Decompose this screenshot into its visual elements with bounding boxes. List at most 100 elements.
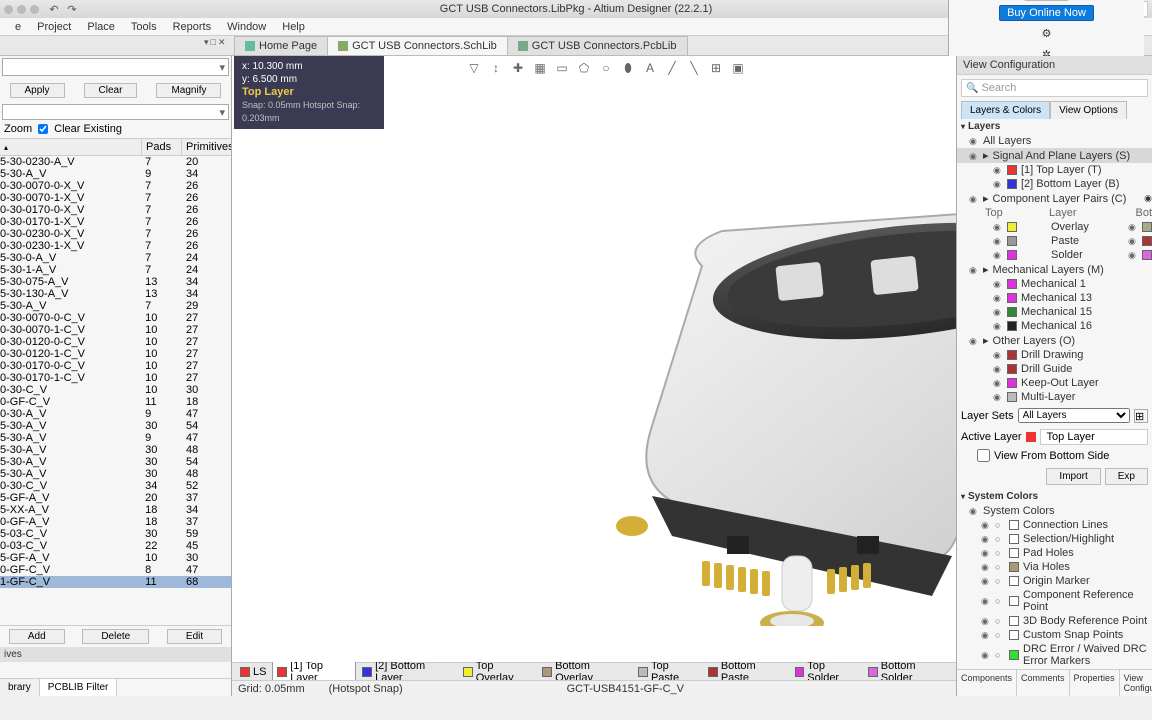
table-row[interactable]: 5-30-1-A_V724 [0, 264, 231, 276]
layer-tabs[interactable]: LS[1] Top Layer[2] Bottom LayerTop Overl… [232, 662, 956, 680]
tab-layers-colors[interactable]: Layers & Colors [961, 101, 1050, 119]
tab-components[interactable]: Components [957, 670, 1017, 696]
eye-icon[interactable]: ◉ [969, 336, 979, 346]
poly-icon[interactable]: ⬠ [576, 60, 592, 76]
table-row[interactable]: 0-GF-C_V1118 [0, 396, 231, 408]
table-row[interactable]: 5-30-A_V729 [0, 300, 231, 312]
tab-comments[interactable]: Comments [1017, 670, 1070, 696]
eye-icon[interactable]: ◉ [981, 650, 991, 660]
line-icon[interactable]: ╱ [664, 60, 680, 76]
col-pads[interactable]: Pads [142, 139, 182, 155]
cross-icon[interactable]: ✚ [510, 60, 526, 76]
eye-icon[interactable]: ◉ [993, 350, 1003, 360]
table-row[interactable]: 5-30-A_V3048 [0, 468, 231, 480]
eye2-icon[interactable]: ○ [995, 576, 1005, 586]
eye-icon[interactable]: ◉ [993, 165, 1003, 175]
table-row[interactable]: 0-30-0230-0-X_V726 [0, 228, 231, 240]
section-system-colors[interactable]: System Colors [957, 489, 1152, 504]
layer-sets-config-icon[interactable]: ⊞ [1134, 409, 1148, 423]
syscolor-row[interactable]: ◉○Origin Marker [957, 574, 1152, 588]
pad-icon[interactable]: ⬮ [620, 60, 636, 76]
table-row[interactable]: 5-30-A_V934 [0, 168, 231, 180]
table-row[interactable]: 0-GF-C_V847 [0, 564, 231, 576]
eye2-icon[interactable]: ○ [995, 520, 1005, 530]
eye2-icon[interactable]: ○ [995, 534, 1005, 544]
table-row[interactable]: 0-30-0070-0-X_V726 [0, 180, 231, 192]
table-row[interactable]: 1-GF-C_V1168 [0, 576, 231, 588]
share-button[interactable]: Share [1024, 0, 1069, 1]
table-row[interactable]: 5-30-A_V947 [0, 432, 231, 444]
menu-reports[interactable]: Reports [166, 19, 219, 35]
table-row[interactable]: 5-30-A_V3048 [0, 444, 231, 456]
table-row[interactable]: 0-30-0070-1-C_V1027 [0, 324, 231, 336]
string-icon[interactable]: A [642, 60, 658, 76]
eye-icon[interactable]: ◉ [993, 279, 1003, 289]
syscolor-row[interactable]: ◉○Pad Holes [957, 546, 1152, 560]
layer-tab[interactable]: LS [236, 666, 270, 678]
close-panel-icon[interactable]: ✕ [218, 37, 226, 48]
table-row[interactable]: 5-XX-A_V1834 [0, 504, 231, 516]
import-button[interactable]: Import [1046, 468, 1100, 485]
menu-project[interactable]: Project [30, 19, 78, 35]
eye-icon[interactable]: ◉ [981, 596, 991, 606]
syscolor-row[interactable]: ◉○Via Holes [957, 560, 1152, 574]
section-layers[interactable]: Layers [957, 119, 1152, 134]
footprint-list[interactable]: 5-30-0230-A_V7205-30-A_V9340-30-0070-0-X… [0, 156, 231, 625]
syscolor-row[interactable]: ◉○Connection Lines [957, 518, 1152, 532]
table-row[interactable]: 5-30-075-A_V1334 [0, 276, 231, 288]
tab-library[interactable]: brary [0, 679, 40, 696]
table-row[interactable]: 0-30-0170-0-X_V726 [0, 204, 231, 216]
dock-icon[interactable]: □ [211, 37, 216, 48]
edit-button[interactable]: Edit [167, 629, 222, 644]
table-row[interactable]: 0-30-0170-0-C_V1027 [0, 360, 231, 372]
menu-file[interactable]: e [8, 19, 28, 35]
eye-icon[interactable]: ◉ [993, 179, 1003, 189]
tab-pcblib[interactable]: GCT USB Connectors.PcbLib [507, 36, 688, 55]
active-layer-value[interactable]: Top Layer [1040, 429, 1148, 445]
table-row[interactable]: 5-30-0-A_V724 [0, 252, 231, 264]
apply-button[interactable]: Apply [10, 83, 65, 98]
syscolor-row[interactable]: ◉System Colors [957, 504, 1152, 518]
table-row[interactable]: 0-30-0120-0-C_V1027 [0, 336, 231, 348]
syscolor-row[interactable]: ◉○Selection/Highlight [957, 532, 1152, 546]
table-row[interactable]: 0-03-C_V2245 [0, 540, 231, 552]
tab-view-options[interactable]: View Options [1050, 101, 1127, 119]
table-row[interactable]: 5-30-A_V3054 [0, 420, 231, 432]
export-button[interactable]: Exp [1105, 468, 1148, 485]
table-row[interactable]: 0-30-0070-0-C_V1027 [0, 312, 231, 324]
mask-combo[interactable] [2, 58, 229, 76]
col-primitives[interactable]: Primitives [182, 139, 226, 155]
table-row[interactable]: 0-30-0120-1-C_V1027 [0, 348, 231, 360]
eye2-icon[interactable]: ○ [995, 562, 1005, 572]
menu-help[interactable]: Help [275, 19, 312, 35]
table-row[interactable]: 5-30-A_V3054 [0, 456, 231, 468]
view-from-bottom-check[interactable] [977, 449, 990, 462]
table-row[interactable]: 5-03-C_V3059 [0, 528, 231, 540]
table-row[interactable]: 0-30-C_V1030 [0, 384, 231, 396]
tab-properties[interactable]: Properties [1070, 670, 1120, 696]
delete-button[interactable]: Delete [82, 629, 149, 644]
menu-place[interactable]: Place [80, 19, 122, 35]
table-row[interactable]: 0-30-0170-1-X_V726 [0, 216, 231, 228]
clear-existing-check[interactable] [38, 124, 48, 134]
buy-online-button[interactable]: Buy Online Now [999, 5, 1094, 21]
nav-fwd-icon[interactable]: ↷ [65, 2, 79, 16]
menu-window[interactable]: Window [220, 19, 273, 35]
table-row[interactable]: 0-30-C_V3452 [0, 480, 231, 492]
eye-icon[interactable]: ◉ [981, 576, 991, 586]
syscolor-row[interactable]: ◉○Component Reference Point [957, 588, 1152, 614]
eye-icon[interactable]: ◉ [981, 616, 991, 626]
table-row[interactable]: 5-GF-A_V1030 [0, 552, 231, 564]
syscolor-row[interactable]: ◉○DRC Error / Waived DRC Error Markers [957, 642, 1152, 668]
table-row[interactable]: 5-GF-A_V2037 [0, 492, 231, 504]
pcb-3d-viewport[interactable] [232, 56, 956, 662]
table-row[interactable]: 0-30-0070-1-X_V726 [0, 192, 231, 204]
eye-icon[interactable]: ◉ [993, 392, 1003, 402]
eye2-icon[interactable]: ○ [995, 630, 1005, 640]
line2-icon[interactable]: ╲ [686, 60, 702, 76]
magnify-button[interactable]: Magnify [156, 83, 221, 98]
eye-icon[interactable]: ◉ [993, 307, 1003, 317]
rect-icon[interactable]: ▭ [554, 60, 570, 76]
gear-icon[interactable]: ⚙ [1035, 25, 1059, 42]
tab-home[interactable]: Home Page [234, 36, 328, 55]
